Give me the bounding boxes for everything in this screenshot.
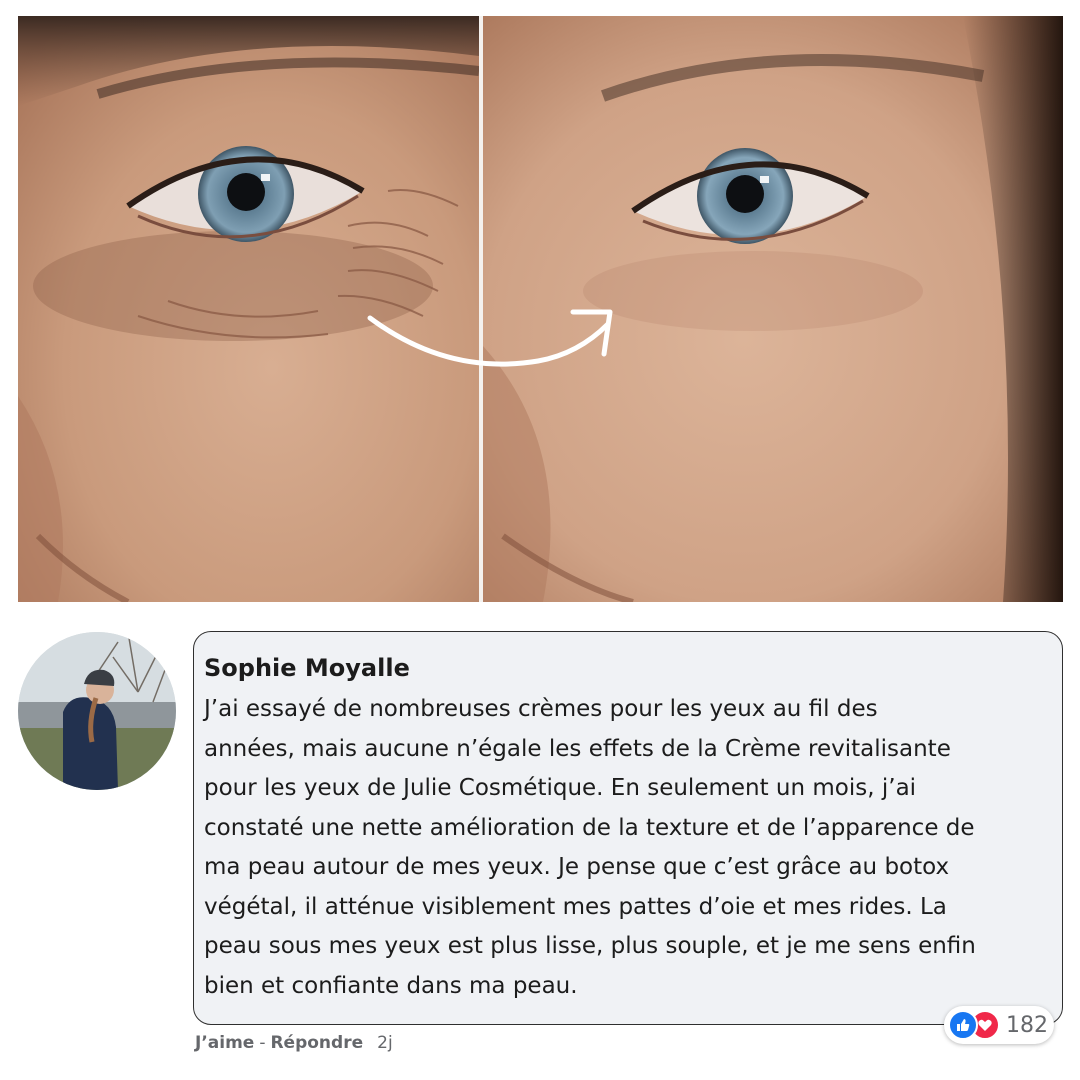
before-after-photo [18, 16, 1063, 602]
comment-text-line: ma peau autour de mes yeux. Je pense que… [204, 854, 950, 880]
like-button[interactable]: J’aime [195, 1033, 254, 1053]
eye-after-image [483, 16, 1063, 602]
eye-before-image [18, 16, 479, 602]
reply-button[interactable]: Répondre [270, 1033, 363, 1053]
comment-bubble: Sophie Moyalle J’ai essayé de nombreuses… [193, 631, 1063, 1025]
reaction-count: 182 [1006, 1012, 1048, 1038]
comment-text-line: pour les yeux de Julie Cosmétique. En se… [204, 775, 917, 801]
comment-actions: J’aime - Répondre 2j [195, 1030, 393, 1056]
comment-timestamp[interactable]: 2j [377, 1033, 393, 1053]
comment-text-line: peau sous mes yeux est plus lisse, plus … [204, 933, 976, 959]
avatar-photo [18, 632, 176, 790]
comment-text-line: années, mais aucune n’égale les effets d… [204, 735, 951, 762]
comment-text-line: J’ai essayé de nombreuses crèmes pour le… [204, 696, 878, 722]
thumbs-up-icon [948, 1010, 978, 1040]
comment-text-line: constaté une nette amélioration de la te… [204, 814, 975, 841]
facebook-comment-post: Sophie Moyalle J’ai essayé de nombreuses… [0, 0, 1080, 1080]
comment-author-name[interactable]: Sophie Moyalle [204, 652, 1052, 684]
action-separator: - [259, 1033, 266, 1053]
before-photo [18, 16, 479, 602]
comment-text: J’ai essayé de nombreuses crèmes pour le… [204, 690, 1052, 1006]
reactions-summary[interactable]: 182 [944, 1006, 1054, 1044]
after-photo [483, 16, 1063, 602]
avatar[interactable] [18, 632, 176, 790]
comment-text-line: végétal, il atténue visiblement mes patt… [204, 893, 947, 920]
comment-text-line: bien et confiante dans ma peau. [204, 972, 578, 999]
